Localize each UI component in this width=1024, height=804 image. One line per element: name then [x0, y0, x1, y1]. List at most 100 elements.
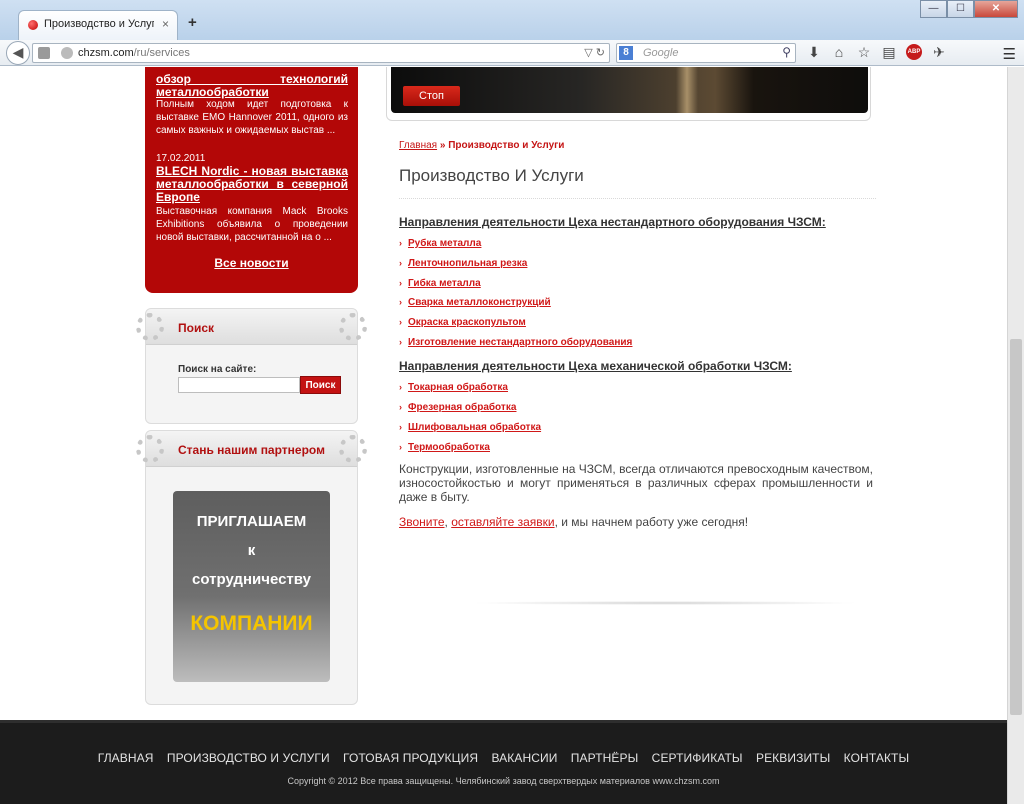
bullet-icon: ›	[399, 382, 402, 392]
service-link[interactable]: › Фрезерная обработка	[399, 402, 516, 413]
service-link[interactable]: › Шлифовальная обработка	[399, 422, 541, 433]
news-item-text: Полным ходом идет подготовка к выставке …	[156, 99, 348, 136]
reload-icon[interactable]: ▽ ↻	[584, 46, 605, 59]
footer-link-products[interactable]: ГОТОВАЯ ПРОДУКЦИЯ	[343, 751, 478, 765]
gear-icon	[136, 313, 164, 341]
window-controls: — ☐ ✕	[920, 0, 1018, 18]
search-button[interactable]: Поиск	[300, 376, 341, 394]
bookmarks-list-icon[interactable]: ▤	[881, 44, 897, 61]
image-slider: Стоп	[386, 67, 871, 121]
browser-navbar: ◀ chzsm.com/ru/services ▽ ↻ 8 Google ⚲ ⬇…	[0, 40, 1024, 66]
slider-image: Стоп	[391, 67, 868, 113]
partner-banner[interactable]: ПРИГЛАШАЕМ к сотрудничеству КОМПАНИИ	[173, 491, 330, 682]
site-favicon-icon	[28, 20, 38, 30]
google-icon[interactable]: 8	[619, 46, 633, 60]
slider-highlight	[676, 67, 698, 113]
banner-company: КОМПАНИИ	[190, 612, 313, 635]
tab-title: Производство и Услуги | ...	[44, 18, 154, 30]
bullet-icon: ›	[399, 278, 402, 288]
home-icon[interactable]: ⌂	[831, 44, 847, 61]
window-close-icon[interactable]: ✕	[974, 0, 1018, 18]
bullet-icon: ›	[399, 238, 402, 248]
maximize-icon[interactable]: ☐	[947, 0, 974, 18]
slider-stop-button[interactable]: Стоп	[403, 86, 460, 106]
service-link[interactable]: › Сварка металлоконструкций	[399, 297, 551, 308]
url-text[interactable]: chzsm.com/ru/services	[78, 47, 190, 59]
browser-tab[interactable]: Производство и Услуги | ... ×	[18, 10, 178, 40]
news-item-text: Выставочная компания Mack Brooks Exhibit…	[156, 206, 348, 243]
breadcrumb-current: Производство и Услуги	[448, 140, 565, 151]
search-label: Поиск на сайте:	[178, 364, 257, 375]
service-link[interactable]: › Ленточнопильная резка	[399, 258, 527, 269]
breadcrumb-home-link[interactable]: Главная	[399, 140, 437, 151]
service-link[interactable]: › Токарная обработка	[399, 382, 508, 393]
news-block: обзор технологий металлообработки Полным…	[145, 67, 358, 293]
bullet-icon: ›	[399, 297, 402, 307]
section-heading: Направления деятельности Цеха нестандарт…	[399, 215, 826, 229]
service-link[interactable]: › Окраска краскопультом	[399, 317, 526, 328]
footer-link-partners[interactable]: ПАРТНЁРЫ	[571, 751, 639, 765]
banner-line: сотрудничеству	[192, 571, 311, 588]
footer-link-contacts[interactable]: КОНТАКТЫ	[844, 751, 910, 765]
body-paragraph: Конструкции, изготовленные на ЧЗСМ, всег…	[399, 462, 873, 504]
adblock-icon[interactable]: ABP	[906, 44, 922, 60]
footer-link-requisites[interactable]: РЕКВИЗИТЫ	[756, 751, 830, 765]
menu-icon[interactable]: ☰	[1003, 45, 1016, 63]
bullet-icon: ›	[399, 402, 402, 412]
footer-link-home[interactable]: ГЛАВНАЯ	[98, 751, 154, 765]
news-item-title[interactable]: BLECH Nordic - новая выставка металлообр…	[156, 165, 348, 204]
banner-line: к	[247, 542, 256, 559]
footer-link-vacancies[interactable]: ВАКАНСИИ	[491, 751, 557, 765]
browser-titlebar: Производство и Услуги | ... × + — ☐ ✕	[0, 0, 1024, 40]
breadcrumb-separator: »	[439, 140, 446, 151]
bullet-icon: ›	[399, 337, 402, 347]
gear-icon	[136, 435, 164, 463]
bullet-icon: ›	[399, 258, 402, 268]
section-heading: Направления деятельности Цеха механическ…	[399, 359, 792, 373]
partner-box-header: Стань нашим партнером	[136, 431, 367, 467]
footer-link-certificates[interactable]: СЕРТИФИКАТЫ	[652, 751, 743, 765]
site-search-input[interactable]	[178, 377, 300, 393]
footer-link-services[interactable]: ПРОИЗВОДСТВО И УСЛУГИ	[167, 751, 330, 765]
browser-search-bar[interactable]: 8 Google ⚲	[616, 43, 796, 63]
bullet-icon: ›	[399, 317, 402, 327]
page-viewport: обзор технологий металлообработки Полным…	[0, 67, 1024, 804]
partner-box-title: Стань нашим партнером	[178, 443, 325, 457]
page-footer: ГЛАВНАЯ ПРОИЗВОДСТВО И УСЛУГИ ГОТОВАЯ ПР…	[0, 720, 1007, 804]
service-link[interactable]: › Гибка металла	[399, 278, 481, 289]
bullet-icon: ›	[399, 422, 402, 432]
content-shadow	[470, 601, 860, 605]
addon-icon[interactable]: ✈	[931, 44, 947, 61]
address-bar[interactable]: chzsm.com/ru/services ▽ ↻	[32, 43, 610, 63]
search-box: Поиск Поиск на сайте: Поиск	[136, 308, 367, 424]
page-icon	[38, 47, 50, 59]
news-item-title[interactable]: обзор технологий металлообработки	[156, 73, 348, 99]
bullet-icon: ›	[399, 442, 402, 452]
bookmark-star-icon[interactable]: ☆	[856, 44, 872, 61]
service-link[interactable]: › Изготовление нестандартного оборудовани…	[399, 337, 632, 348]
footer-nav: ГЛАВНАЯ ПРОИЗВОДСТВО И УСЛУГИ ГОТОВАЯ ПР…	[0, 751, 1007, 765]
magnifier-icon[interactable]: ⚲	[782, 45, 791, 59]
browser-search-placeholder[interactable]: Google	[643, 47, 678, 59]
service-link[interactable]: › Рубка металла	[399, 238, 481, 249]
search-box-title: Поиск	[178, 321, 215, 335]
call-link[interactable]: Звоните	[399, 515, 445, 529]
download-icon[interactable]: ⬇	[806, 44, 822, 61]
minimize-icon[interactable]: —	[920, 0, 947, 18]
service-link[interactable]: › Термообработка	[399, 442, 490, 453]
all-news-link[interactable]: Все новости	[145, 256, 358, 270]
news-title-partial[interactable]	[156, 67, 348, 69]
tab-close-icon[interactable]: ×	[162, 17, 169, 31]
footer-copyright: Copyright © 2012 Все права защищены. Чел…	[287, 776, 720, 786]
new-tab-icon[interactable]: +	[188, 14, 197, 31]
call-to-action: Звоните, оставляйте заявки, и мы начнем …	[399, 515, 749, 529]
back-arrow-icon[interactable]: ◀	[6, 41, 30, 65]
vertical-scrollbar[interactable]	[1007, 67, 1024, 804]
scrollbar-thumb[interactable]	[1010, 339, 1022, 715]
gear-icon	[339, 313, 367, 341]
search-box-header: Поиск	[136, 309, 367, 345]
request-link[interactable]: оставляйте заявки	[451, 515, 554, 529]
banner-line: ПРИГЛАШАЕМ	[196, 513, 307, 530]
toolbar-icons: ⬇ ⌂ ☆ ▤ ABP ✈	[806, 44, 947, 61]
breadcrumb: Главная » Производство и Услуги	[399, 140, 564, 151]
